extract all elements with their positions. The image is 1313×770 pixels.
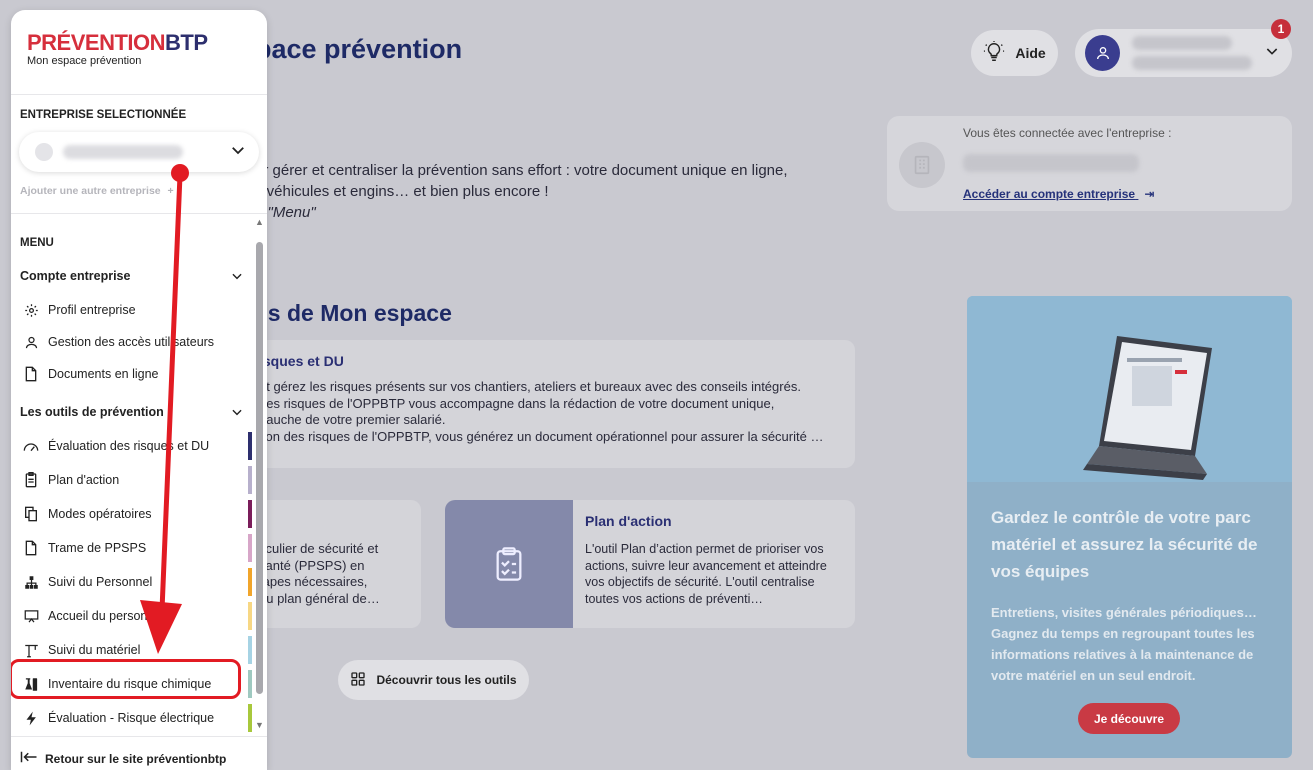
gauge-icon xyxy=(23,438,39,454)
card-description: et gérez les risques présents sur vos ch… xyxy=(259,379,824,444)
menu-group-company-account[interactable]: Compte entreprise xyxy=(20,269,244,283)
color-bar xyxy=(248,500,252,528)
company-name-redacted xyxy=(963,154,1139,172)
company-avatar-icon xyxy=(35,143,53,161)
help-button[interactable]: Aide xyxy=(971,30,1058,76)
gear-icon xyxy=(23,302,39,318)
tool-card-risks[interactable]: isques et DU et gérez les risques présen… xyxy=(255,340,855,468)
lightbulb-icon xyxy=(983,40,1005,66)
promo-text: Entretiens, visites générales périodique… xyxy=(991,605,1257,683)
company-card-label: Vous êtes connectée avec l'entreprise : xyxy=(963,126,1172,140)
avatar xyxy=(1085,35,1120,71)
user-icon xyxy=(23,334,39,350)
sidebar-item-company-profile[interactable]: Profil entreprise xyxy=(23,295,249,325)
divider xyxy=(11,736,267,737)
scroll-down-icon[interactable]: ▼ xyxy=(255,720,264,730)
color-bar xyxy=(248,534,252,562)
sidebar-item-action-plan[interactable]: Plan d'action xyxy=(23,465,249,495)
lightning-icon xyxy=(23,710,39,726)
user-name-redacted xyxy=(1132,36,1232,50)
discover-all-tools-button[interactable]: Découvrir tous les outils xyxy=(338,660,529,700)
notification-badge: 1 xyxy=(1271,19,1291,39)
intro-line: e "Menu" xyxy=(255,204,316,221)
sidebar-item-electrical-risk[interactable]: Évaluation - Risque électrique xyxy=(23,703,249,733)
presentation-icon xyxy=(23,608,39,624)
sidebar-item-ppsps[interactable]: Trame de PPSPS xyxy=(23,533,249,563)
promo-banner: Gardez le contrôle de votre parc matérie… xyxy=(967,296,1292,758)
intro-line: ur gérer et centraliser la prévention sa… xyxy=(255,162,788,179)
color-bar xyxy=(248,704,252,732)
intro-line: s véhicules et engins… et bien plus enco… xyxy=(255,183,549,200)
crane-icon xyxy=(23,642,39,658)
document-icon xyxy=(23,366,39,382)
sidebar-item-staff-welcome[interactable]: Accueil du personnel xyxy=(23,601,249,631)
card-description: L'outil Plan d’action permet de priorise… xyxy=(585,542,827,606)
color-bar xyxy=(248,568,252,596)
sidebar: PRÉVENTIONBTP Mon espace prévention ENTR… xyxy=(11,10,267,770)
scrollbar-thumb[interactable] xyxy=(256,242,263,694)
company-name-redacted xyxy=(63,145,183,159)
add-company-link[interactable]: Ajouter une autre entreprise + xyxy=(20,185,174,197)
back-to-site-link[interactable]: Retour sur le site préventionbtp xyxy=(20,751,226,766)
copy-icon xyxy=(23,506,39,522)
page-title: pace prévention xyxy=(255,34,463,64)
grid-icon xyxy=(350,671,366,690)
sidebar-item-operating-modes[interactable]: Modes opératoires xyxy=(23,499,249,529)
scroll-up-icon[interactable]: ▲ xyxy=(255,217,264,227)
color-bar xyxy=(248,636,252,664)
company-select[interactable] xyxy=(19,132,259,172)
tool-card-action-plan[interactable]: Plan d'action L'outil Plan d’action perm… xyxy=(445,500,855,628)
selected-company-label: ENTREPRISE SELECTIONNÉE xyxy=(20,109,187,121)
arrow-right-icon: ⇥ xyxy=(1144,187,1155,201)
color-bar xyxy=(248,670,252,698)
color-bar xyxy=(248,432,252,460)
company-account-link[interactable]: Accéder au compte entreprise ⇥ xyxy=(963,187,1154,201)
laptop-illustration xyxy=(967,296,1292,482)
annotation-highlight-box xyxy=(11,659,241,699)
menu-label: MENU xyxy=(20,237,54,249)
help-label: Aide xyxy=(1015,45,1046,61)
tool-card-ppsps[interactable]: ticulier de sécurité et santé (PPSPS) en… xyxy=(255,500,421,628)
clipboard-icon xyxy=(445,500,573,628)
sidebar-item-staff-tracking[interactable]: Suivi du Personnel xyxy=(23,567,249,597)
sidebar-item-online-documents[interactable]: Documents en ligne xyxy=(23,359,249,389)
section-title: és de Mon espace xyxy=(255,300,452,326)
intro-text: ur gérer et centraliser la prévention sa… xyxy=(255,160,788,223)
chevron-down-icon xyxy=(232,273,242,280)
divider xyxy=(11,213,267,214)
card-description: ticulier de sécurité et santé (PPSPS) en… xyxy=(259,541,380,606)
card-title: isques et DU xyxy=(259,353,344,369)
user-menu-button[interactable] xyxy=(1075,29,1292,77)
company-card: Vous êtes connectée avec l'entreprise : … xyxy=(887,116,1292,211)
sidebar-item-risk-evaluation[interactable]: Évaluation des risques et DU xyxy=(23,431,249,461)
plus-icon: + xyxy=(167,185,174,197)
sidebar-item-user-access[interactable]: Gestion des accès utilisateurs xyxy=(23,327,249,357)
logo-text-red: PRÉVENTION xyxy=(27,30,166,55)
chevron-down-icon xyxy=(229,141,247,164)
logo[interactable]: PRÉVENTIONBTP Mon espace prévention xyxy=(27,30,208,67)
promo-discover-button[interactable]: Je découvre xyxy=(1078,703,1180,734)
color-bar xyxy=(248,466,252,494)
clipboard-icon xyxy=(23,472,39,488)
color-bar xyxy=(248,602,252,630)
menu-group-prevention-tools[interactable]: Les outils de prévention xyxy=(20,405,244,419)
chevron-down-icon xyxy=(232,409,242,416)
card-title: Plan d'action xyxy=(585,513,672,529)
logo-text-blue: BTP xyxy=(165,30,208,55)
arrow-left-icon xyxy=(20,751,38,766)
building-icon xyxy=(899,142,945,188)
promo-heading: Gardez le contrôle de votre parc matérie… xyxy=(991,508,1258,581)
document-icon xyxy=(23,540,39,556)
chevron-down-icon xyxy=(1264,43,1280,64)
user-email-redacted xyxy=(1132,56,1252,70)
org-chart-icon xyxy=(23,574,39,590)
discover-label: Découvrir tous les outils xyxy=(376,673,517,687)
divider xyxy=(11,94,267,95)
logo-subtitle: Mon espace prévention xyxy=(27,55,142,67)
